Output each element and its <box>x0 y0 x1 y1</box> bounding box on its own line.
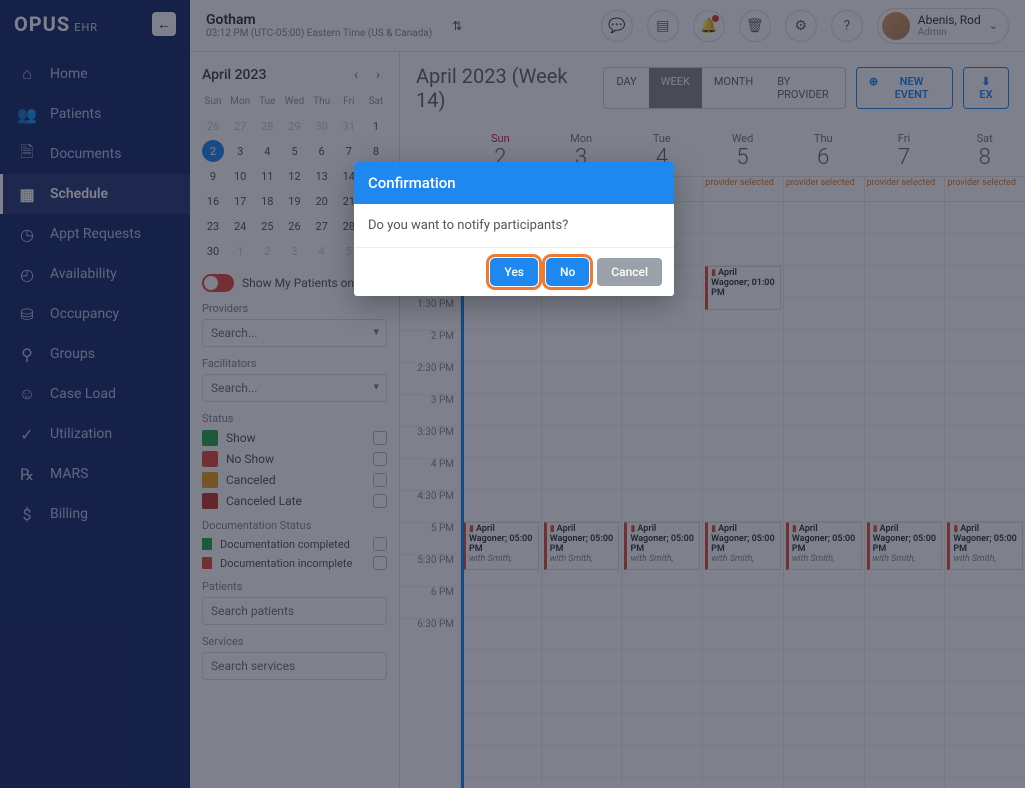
dialog-title: Confirmation <box>354 162 674 204</box>
modal-overlay <box>0 0 1025 788</box>
dialog-yes-button[interactable]: Yes <box>490 258 538 286</box>
confirmation-dialog: Confirmation Do you want to notify parti… <box>354 162 674 296</box>
dialog-no-button[interactable]: No <box>546 258 589 286</box>
dialog-cancel-button[interactable]: Cancel <box>597 258 662 286</box>
dialog-message: Do you want to notify participants? <box>354 204 674 248</box>
